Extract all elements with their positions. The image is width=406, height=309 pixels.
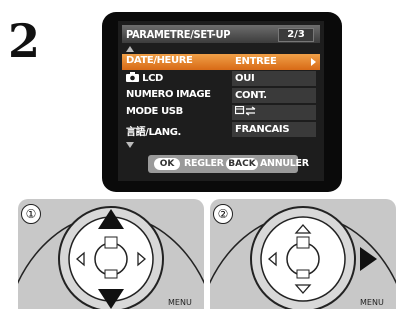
page-indicator: 2/3	[278, 28, 314, 42]
menu-row-language[interactable]: 言語/LANG. FRANCAIS	[122, 122, 320, 138]
menu-title-bar: PARAMETRE/SET-UP 2/3	[122, 25, 320, 43]
menu-row-value: ENTREE	[235, 56, 277, 67]
camera-icon-label: LCD	[126, 72, 163, 84]
scroll-down-icon	[126, 142, 134, 148]
usb-mode-value	[232, 105, 316, 120]
step-1-marker: ①	[21, 204, 41, 224]
camera-lcd-screen: PARAMETRE/SET-UP 2/3 DATE/HEURE ENTREE L…	[102, 12, 342, 192]
menu-row-label: 言語/LANG.	[126, 127, 181, 138]
ok-action-label: REGLER	[184, 158, 224, 169]
menu-label: MENU	[360, 298, 384, 307]
menu-row-value: OUI	[232, 71, 316, 86]
step-2-marker: ②	[213, 204, 233, 224]
menu-row-date-time[interactable]: DATE/HEURE ENTREE	[122, 54, 320, 70]
back-action-label: ANNULER	[260, 158, 309, 169]
dial-panel-2: ② MENU	[210, 199, 396, 309]
dial-panel-1: ① MENU	[18, 199, 204, 309]
menu-row-image-number[interactable]: NUMERO IMAGE CONT.	[122, 88, 320, 104]
menu-title: PARAMETRE/SET-UP	[126, 28, 231, 41]
menu-row-value: CONT.	[232, 88, 316, 103]
step-number: 2	[8, 14, 41, 68]
menu-row-value: FRANCAIS	[232, 122, 316, 137]
menu-row-label: LCD	[142, 73, 163, 84]
menu-row-label: NUMERO IMAGE	[126, 89, 211, 100]
scroll-up-icon	[126, 46, 134, 52]
menu-row-usb-mode[interactable]: MODE USB	[122, 105, 320, 121]
back-button-icon: BACK	[226, 158, 258, 170]
menu-label: MENU	[168, 298, 192, 307]
button-guide: OK REGLER BACK ANNULER	[148, 155, 309, 173]
setup-menu: PARAMETRE/SET-UP 2/3 DATE/HEURE ENTREE L…	[118, 21, 324, 181]
pc-connection-icon	[234, 105, 256, 116]
menu-row-label: MODE USB	[126, 106, 183, 117]
menu-row-lcd[interactable]: LCD OUI	[122, 71, 320, 87]
menu-row-label: DATE/HEURE	[126, 55, 193, 66]
four-way-dial-illustration	[18, 206, 204, 309]
four-way-dial-illustration	[210, 206, 396, 309]
camera-icon	[126, 72, 139, 82]
submenu-arrow-icon	[311, 58, 316, 66]
ok-button-icon: OK	[154, 158, 180, 170]
